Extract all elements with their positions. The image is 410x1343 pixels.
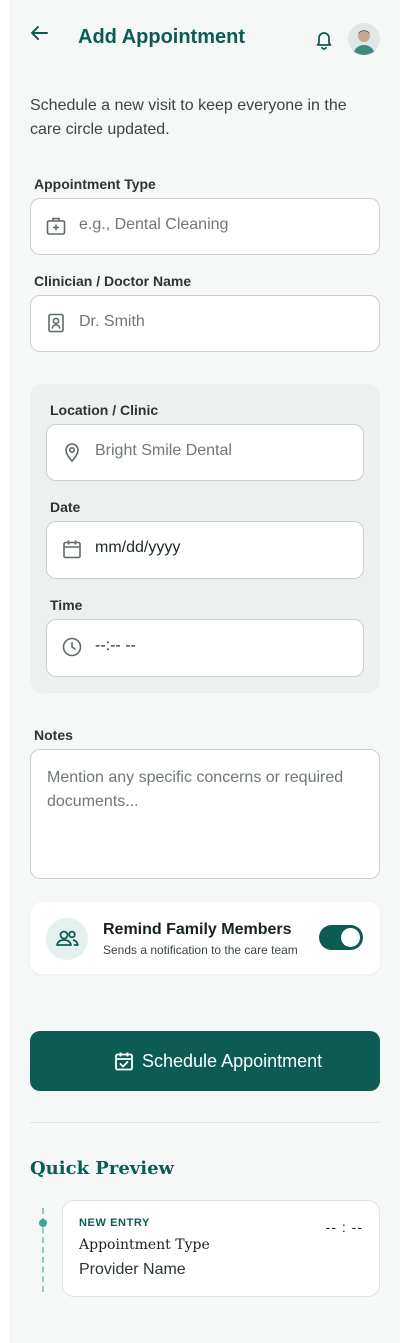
new-entry-badge: NEW ENTRY — [79, 1217, 150, 1229]
location-placeholder: Bright Smile Dental — [95, 442, 232, 459]
avatar[interactable] — [348, 23, 380, 55]
toggle-knob — [341, 928, 360, 947]
remind-toggle[interactable] — [319, 925, 363, 950]
timeline-dot — [39, 1219, 47, 1227]
date-value: mm/dd/yyyy — [95, 539, 181, 556]
map-pin-icon — [61, 441, 83, 463]
appointment-type-label: Appointment Type — [34, 176, 156, 192]
clinician-label: Clinician / Doctor Name — [34, 273, 192, 289]
group-icon — [46, 918, 88, 960]
appointment-type-placeholder: e.g., Dental Cleaning — [79, 216, 229, 233]
section-divider — [30, 1122, 380, 1123]
id-badge-icon — [45, 312, 67, 334]
notes-textarea[interactable]: Mention any specific concerns or require… — [30, 749, 380, 879]
appointment-type-input[interactable]: e.g., Dental Cleaning — [30, 198, 380, 255]
time-input[interactable]: --:-- -- — [46, 619, 364, 677]
remind-title: Remind Family Members — [103, 921, 292, 938]
schedule-appointment-label: Schedule Appointment — [142, 1051, 323, 1071]
quick-preview-title: Quick Preview — [30, 1158, 175, 1179]
page-title: Add Appointment — [78, 26, 246, 48]
location-label: Location / Clinic — [50, 402, 159, 418]
bell-icon[interactable] — [313, 28, 335, 50]
preview-card: NEW ENTRY -- : -- Appointment Type Provi… — [62, 1200, 380, 1297]
remind-family-card: Remind Family Members Sends a notificati… — [30, 902, 380, 974]
clock-icon — [61, 636, 83, 658]
app-screen: Add Appointment Schedule a new visit to … — [10, 0, 400, 1343]
back-arrow-icon[interactable] — [28, 22, 50, 44]
schedule-appointment-button[interactable]: Schedule Appointment — [30, 1031, 380, 1091]
time-value: --:-- -- — [95, 637, 136, 654]
notes-label: Notes — [34, 727, 73, 743]
date-input[interactable]: mm/dd/yyyy — [46, 521, 364, 579]
calendar-check-icon — [113, 1050, 135, 1072]
remind-subtitle: Sends a notification to the care team — [103, 943, 298, 957]
clinician-input[interactable]: Dr. Smith — [30, 295, 380, 352]
time-label: Time — [50, 597, 83, 613]
calendar-icon — [61, 538, 83, 560]
clinician-placeholder: Dr. Smith — [79, 313, 145, 330]
preview-appointment-type: Appointment Type — [79, 1237, 210, 1253]
location-input[interactable]: Bright Smile Dental — [46, 424, 364, 481]
medical-bag-icon — [45, 215, 67, 237]
notes-placeholder: Mention any specific concerns or require… — [47, 769, 344, 810]
intro-text: Schedule a new visit to keep everyone in… — [30, 97, 347, 138]
preview-time: -- : -- — [325, 1219, 363, 1235]
date-label: Date — [50, 499, 81, 515]
location-date-time-group: Location / Clinic Bright Smile Dental Da… — [30, 384, 380, 693]
preview-provider: Provider Name — [79, 1261, 186, 1278]
